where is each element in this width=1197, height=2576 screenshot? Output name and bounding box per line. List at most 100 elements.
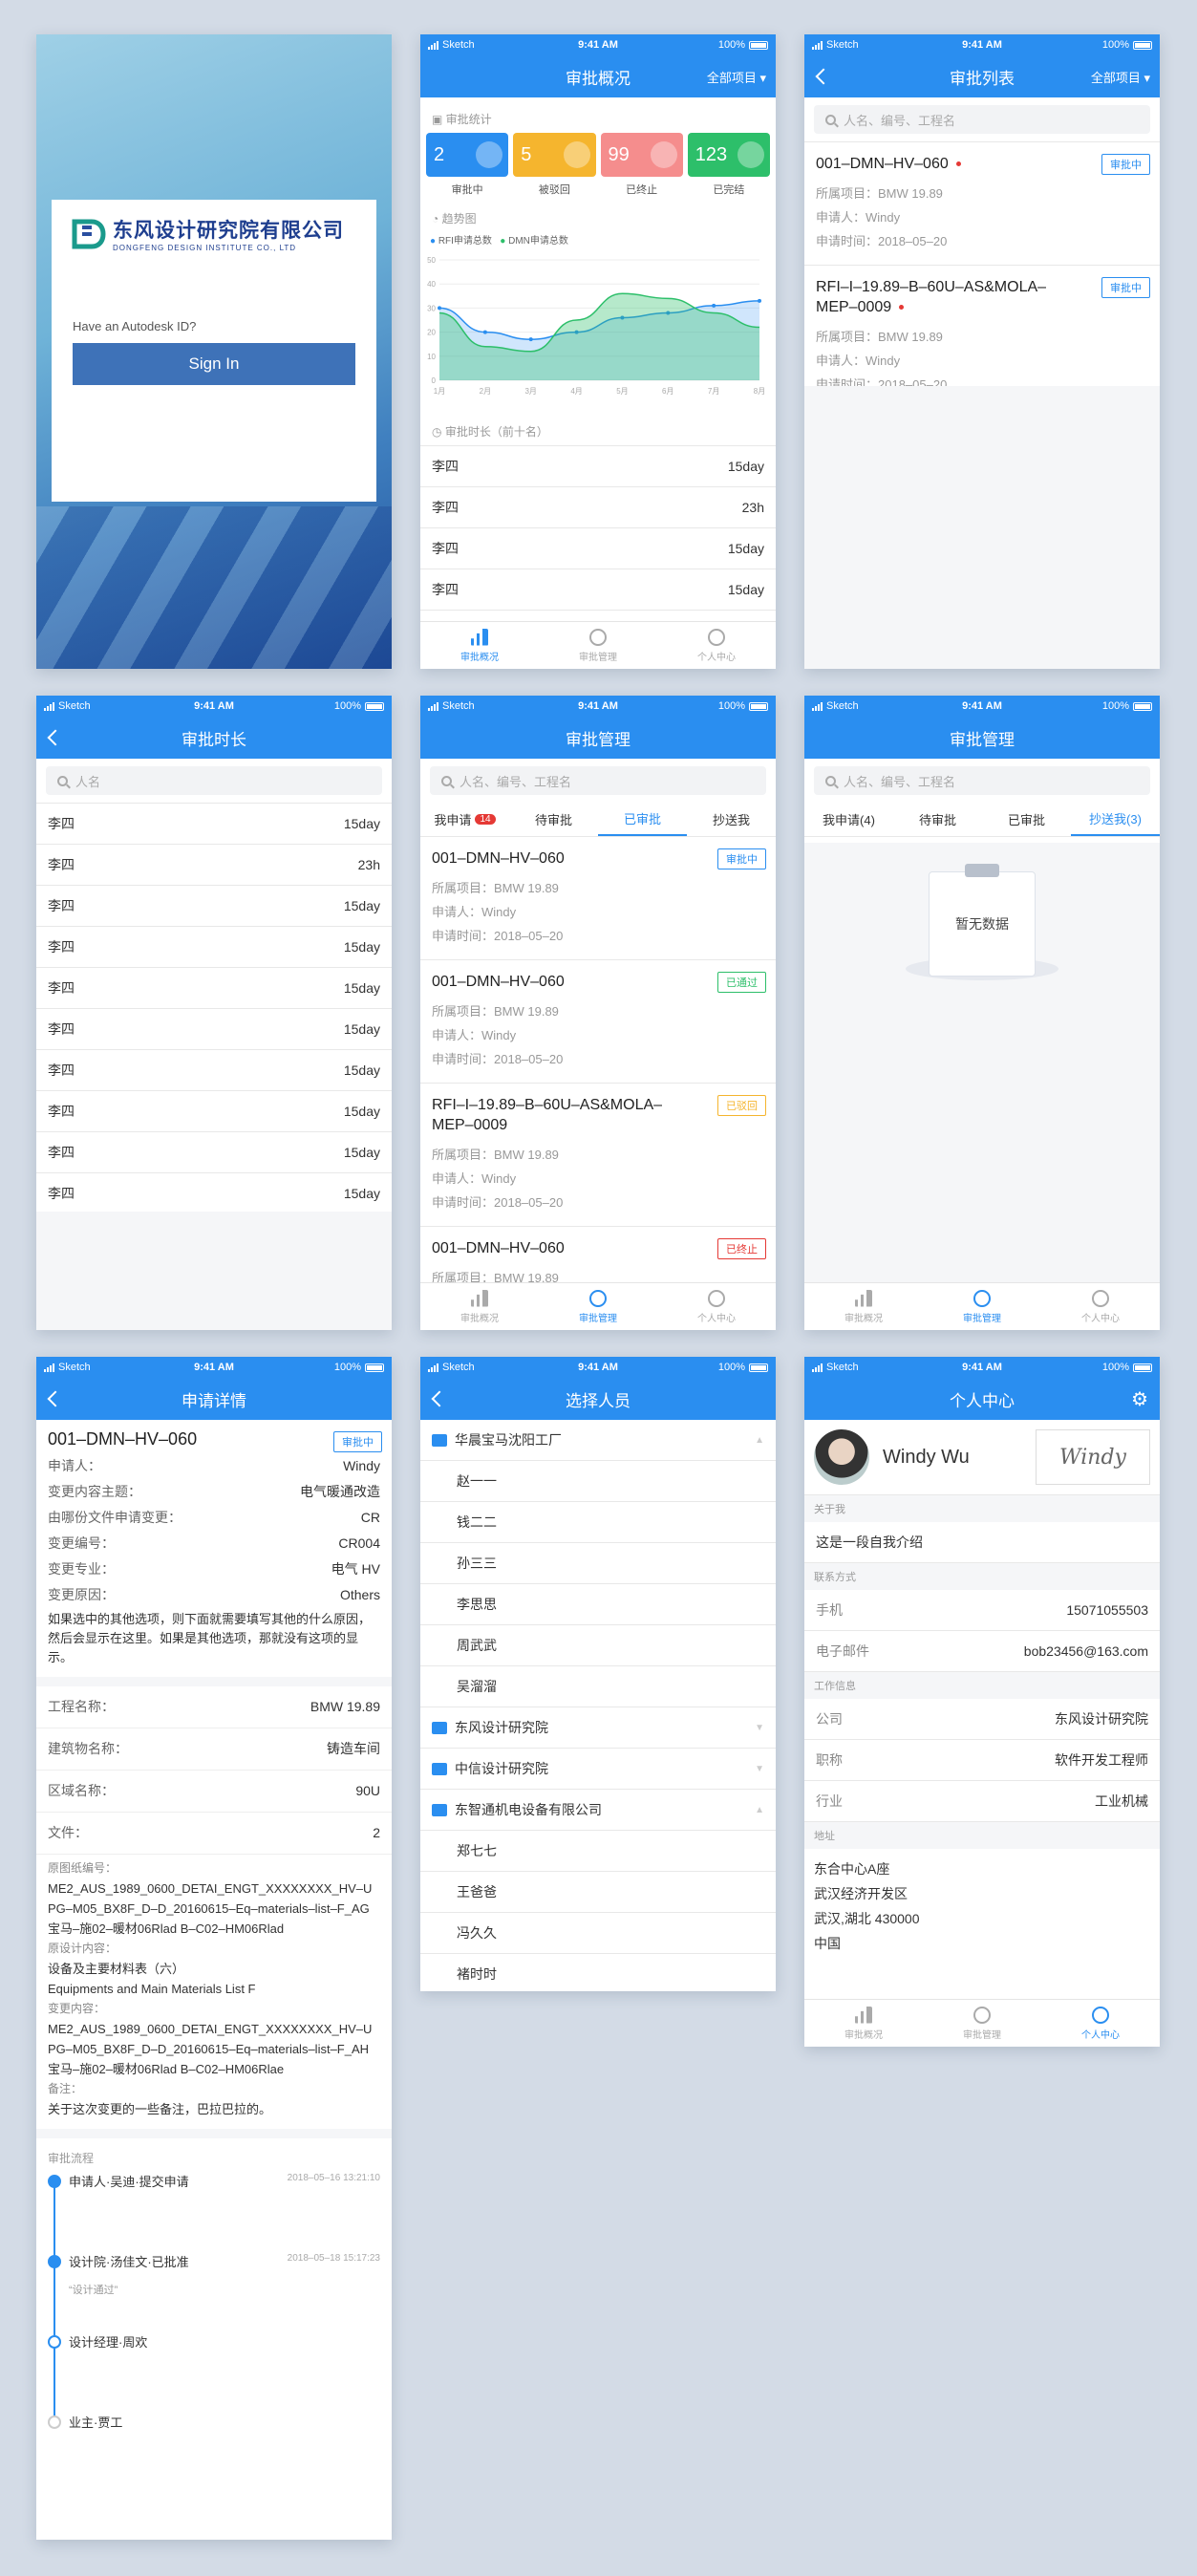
person-item[interactable]: 李思思	[420, 1584, 776, 1625]
signature[interactable]: Windy	[1036, 1429, 1150, 1485]
back-icon[interactable]	[47, 1390, 64, 1407]
tab-overview[interactable]: 审批概况	[420, 622, 539, 669]
duration-list: 李四 15day 李四 23h 李四 15day 李四 15day 李四 15day 李四 15day…	[36, 803, 392, 1214]
stat-icon	[563, 141, 590, 168]
approval-item[interactable]: 001–DMN–HV–060 所属项目：BMW 19.89 申请人：Windy 申请时…	[804, 142, 1160, 266]
project-filter[interactable]: 全部项目 ▾	[1091, 68, 1150, 86]
tab-manage[interactable]: 审批管理	[539, 622, 657, 669]
search-input[interactable]: 人名、编号、工程名	[814, 766, 1150, 795]
tab-profile[interactable]: 个人中心	[657, 622, 776, 669]
work-row[interactable]: 行业 工业机械	[804, 1781, 1160, 1822]
tab-profile[interactable]: 个人中心	[1041, 2000, 1160, 2047]
trend-title: ◔ 趋势图	[432, 212, 477, 225]
tab-overview-label: 审批概况	[460, 652, 499, 663]
tab-approved[interactable]: 已审批	[982, 803, 1071, 836]
work-row[interactable]: 公司 东风设计研究院	[804, 1699, 1160, 1740]
tab-manage[interactable]: 审批管理	[923, 1283, 1041, 1330]
group-header[interactable]: 华晨宝马沈阳工厂 ▲	[420, 1420, 776, 1461]
person-item[interactable]: 吴溜溜	[420, 1666, 776, 1707]
duration-row[interactable]: 李四 15day	[420, 446, 776, 487]
group-header[interactable]: 东智通机电设备有限公司 ▲	[420, 1790, 776, 1831]
stat-card-box: 5	[513, 133, 596, 177]
tab-overview[interactable]: 审批概况	[804, 2000, 923, 2047]
duration-row[interactable]: 李四 15day	[36, 1009, 392, 1050]
search-input[interactable]: 人名、编号、工程名	[430, 766, 766, 795]
page-title: 申请详情	[182, 1391, 246, 1410]
project-filter[interactable]: 全部项目 ▾	[707, 68, 766, 86]
sign-in-button[interactable]: Sign In	[73, 343, 355, 385]
back-icon[interactable]	[815, 68, 832, 85]
person-item[interactable]: 孙三三	[420, 1543, 776, 1584]
group-header[interactable]: 中信设计研究院 ▼	[420, 1749, 776, 1790]
back-icon[interactable]	[47, 729, 64, 746]
duration-row[interactable]: 李四 15day	[420, 528, 776, 569]
stat-card[interactable]: 123 已完结	[687, 133, 770, 197]
search-input[interactable]: 人名	[46, 766, 382, 795]
history-icon	[973, 1289, 991, 1307]
stat-value: 2	[434, 143, 445, 165]
duration-row[interactable]: 李四 15day	[36, 886, 392, 927]
clip-icon	[965, 864, 999, 877]
person-item[interactable]: 钱二二	[420, 1502, 776, 1543]
duration-value: 15day	[343, 1145, 380, 1160]
contact-row[interactable]: 电子邮件 bob23456@163.com	[804, 1631, 1160, 1672]
person-item[interactable]: 赵一一	[420, 1461, 776, 1502]
approval-item[interactable]: 001–DMN–HV–060 所属项目：BMW 19.89 申请人：Windy 申请时…	[420, 960, 776, 1084]
detail-screen: Sketch 9:41 AM 100% 申请详情 001–DMN–HV–060 审批中…	[36, 1357, 392, 2540]
approval-item[interactable]: 001–DMN–HV–060 所属项目：BMW 19.89 申请人：Windy 申请时…	[420, 837, 776, 960]
stat-card[interactable]: 5 被驳回	[513, 133, 596, 197]
item-meta: 所属项目：BMW 19.89	[816, 330, 943, 344]
person-item[interactable]: 周武武	[420, 1625, 776, 1666]
duration-row[interactable]: 李四 15day	[36, 1091, 392, 1132]
tab-profile[interactable]: 个人中心	[1041, 1283, 1160, 1330]
section-text: ME2_AUS_1989_0600_DETAI_ENGT_XXXXXXXX_HV…	[48, 1881, 373, 1916]
tab-pending[interactable]: 待审批	[509, 803, 598, 836]
duration-row[interactable]: 李四 15day	[36, 927, 392, 968]
duration-row[interactable]: 李四 23h	[36, 845, 392, 886]
about-text: 这是一段自我介绍	[804, 1522, 1160, 1563]
approval-item[interactable]: RFI–I–19.89–B–60U–AS&MOLA–MEP–0009 所属项目：B…	[420, 1084, 776, 1227]
gear-icon[interactable]: ⚙	[1131, 1387, 1148, 1411]
chart-icon	[471, 1289, 488, 1307]
duration-row[interactable]: 李四 15day	[36, 1132, 392, 1173]
duration-row[interactable]: 李四 23h	[420, 487, 776, 528]
duration-row[interactable]: 李四 15day	[36, 968, 392, 1009]
clock: 9:41 AM	[194, 1362, 234, 1373]
search-input[interactable]: 人名、编号、工程名	[814, 105, 1150, 134]
work-row[interactable]: 职称 软件开发工程师	[804, 1740, 1160, 1781]
tab-approved[interactable]: 已审批	[598, 803, 687, 836]
tab-manage[interactable]: 审批管理	[923, 2000, 1041, 2047]
group-header[interactable]: 东风设计研究院 ▼	[420, 1707, 776, 1749]
person-item[interactable]: 郑七七	[420, 1831, 776, 1872]
user-icon	[1092, 2006, 1109, 2024]
duration-row[interactable]: 李四 15day	[36, 804, 392, 845]
change-details: 原图纸编号： ME2_AUS_1989_0600_DETAI_ENGT_XXXXX…	[36, 1855, 392, 2129]
tab-my-requests[interactable]: 我申请 14	[420, 803, 509, 836]
avatar[interactable]	[814, 1429, 869, 1485]
person-item[interactable]: 王爸爸	[420, 1872, 776, 1913]
tab-overview[interactable]: 审批概况	[420, 1283, 539, 1330]
duration-row[interactable]: 李四 15day	[36, 1050, 392, 1091]
duration-title-text: 审批时长（前十名）	[444, 425, 548, 439]
duration-row[interactable]: 李四 15day	[420, 569, 776, 611]
detail-field[interactable]: 文件： 2	[36, 1813, 392, 1855]
y-tick-label: 10	[427, 353, 436, 361]
tab-profile[interactable]: 个人中心	[657, 1283, 776, 1330]
tab-manage[interactable]: 审批管理	[539, 1283, 657, 1330]
tab-pending[interactable]: 待审批	[893, 803, 982, 836]
folder-icon	[432, 1433, 447, 1447]
tab-cc[interactable]: 抄送我(3)	[1071, 803, 1160, 836]
tab-overview[interactable]: 审批概况	[804, 1283, 923, 1330]
person-item[interactable]: 冯久久	[420, 1913, 776, 1954]
approval-list-screen: Sketch 9:41 AM 100% 审批列表 全部项目 ▾ 人名、编号、工程名 0…	[804, 34, 1160, 669]
duration-row[interactable]: 李四 15day	[36, 1173, 392, 1214]
person-name: 李四	[48, 1021, 75, 1037]
group-name: 中信设计研究院	[455, 1761, 548, 1776]
back-icon[interactable]	[431, 1390, 448, 1407]
tab-my-requests[interactable]: 我申请(4)	[804, 803, 893, 836]
person-item[interactable]: 褚时时	[420, 1954, 776, 1991]
tab-cc[interactable]: 抄送我	[687, 803, 776, 836]
contact-row[interactable]: 手机 15071055503	[804, 1590, 1160, 1631]
stat-card[interactable]: 99 已终止	[600, 133, 683, 197]
stat-card[interactable]: 2 审批中	[426, 133, 509, 197]
